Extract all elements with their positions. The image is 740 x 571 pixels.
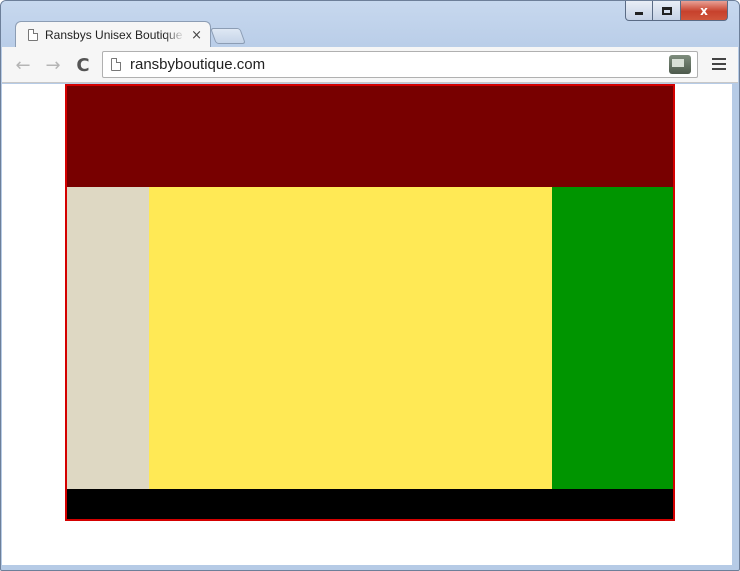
browser-window: x Ransbys Unisex Boutique ( × ← → C rans… [0,0,740,571]
site-left-column [67,187,149,489]
reload-button[interactable]: C [72,54,94,76]
page-viewport [2,84,732,565]
tab-title: Ransbys Unisex Boutique ( [45,28,186,42]
maximize-icon [661,6,672,15]
page-icon [111,58,121,71]
url-text[interactable]: ransbyboutique.com [130,56,265,73]
minimize-icon [635,12,643,15]
close-icon: x [700,3,708,18]
minimize-button[interactable] [625,1,653,21]
window-controls: x [625,1,733,22]
forward-button[interactable]: → [42,54,64,76]
close-window-button[interactable]: x [681,1,728,21]
site-main-content [149,187,552,489]
site-footer [67,489,673,519]
address-bar[interactable]: ransbyboutique.com [102,51,698,78]
site-right-column [552,187,673,489]
site-layout [65,84,675,521]
menu-icon[interactable] [712,57,726,71]
back-button[interactable]: ← [12,54,34,76]
tab-close-icon[interactable]: × [191,28,202,43]
maximize-button[interactable] [653,1,681,21]
forward-arrow-icon: → [45,54,61,76]
flag-icon[interactable] [669,55,691,74]
back-arrow-icon: ← [15,54,31,76]
reload-icon: C [76,54,90,76]
tab-active[interactable]: Ransbys Unisex Boutique ( × [15,21,211,48]
toolbar: ← → C ransbyboutique.com [2,47,738,83]
new-tab-button[interactable] [210,28,246,44]
site-header [67,86,673,187]
page-icon [28,29,38,41]
